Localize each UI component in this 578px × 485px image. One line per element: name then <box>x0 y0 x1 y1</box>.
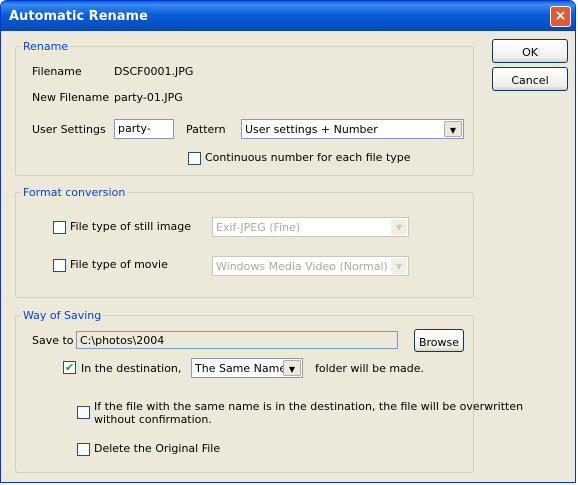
movie-select-value: Windows Media Video (Normal) <box>216 260 388 273</box>
chevron-down-icon: ▼ <box>391 258 407 274</box>
format-conversion-group <box>15 192 474 298</box>
continuous-number-checkbox[interactable] <box>188 152 201 165</box>
close-button[interactable]: × <box>550 6 571 27</box>
automatic-rename-dialog: Automatic Rename × OK Cancel Rename File… <box>0 0 576 483</box>
still-image-select-value: Exif-JPEG (Fine) <box>216 221 301 234</box>
cancel-button[interactable]: Cancel <box>492 67 568 91</box>
still-image-select[interactable]: Exif-JPEG (Fine) ▼ <box>212 217 409 237</box>
overwrite-checkbox[interactable] <box>77 406 90 419</box>
chevron-down-icon: ▼ <box>391 219 407 235</box>
delete-original-label: Delete the Original File <box>94 442 221 455</box>
destination-folder-select[interactable]: The Same Name ▼ <box>191 358 303 378</box>
continuous-number-label: Continuous number for each file type <box>205 151 411 164</box>
destination-suffix-label: folder will be made. <box>315 362 425 375</box>
browse-button[interactable]: Browse <box>414 329 464 352</box>
format-conversion-legend: Format conversion <box>21 186 128 199</box>
destination-checkbox[interactable]: ✔ <box>63 361 76 374</box>
ok-button[interactable]: OK <box>492 39 568 63</box>
chevron-down-icon: ▼ <box>283 360 301 376</box>
destination-folder-value: The Same Name <box>195 362 287 375</box>
still-image-checkbox[interactable] <box>53 221 66 234</box>
way-of-saving-legend: Way of Saving <box>21 309 104 322</box>
checkmark-icon: ✔ <box>64 361 75 374</box>
browse-button-label: Browse <box>418 336 460 349</box>
new-filename-label: New Filename <box>32 91 110 104</box>
chevron-down-icon: ▼ <box>444 121 462 137</box>
filename-value: DSCF0001.JPG <box>114 65 194 78</box>
overwrite-label-line1: If the file with the same name is in the… <box>94 400 524 413</box>
delete-original-checkbox[interactable] <box>77 443 90 456</box>
close-icon: × <box>554 8 567 24</box>
pattern-select-value: User settings + Number <box>245 123 378 136</box>
movie-select[interactable]: Windows Media Video (Normal) ▼ <box>212 256 409 276</box>
filename-label: Filename <box>32 65 82 78</box>
movie-label: File type of movie <box>70 258 168 271</box>
overwrite-label-line2: without confirmation. <box>94 413 212 426</box>
save-to-field[interactable]: C:\photos\2004 <box>76 331 398 349</box>
rename-legend: Rename <box>21 40 71 53</box>
ok-button-label: OK <box>522 46 538 59</box>
pattern-select[interactable]: User settings + Number ▼ <box>241 119 464 139</box>
destination-label: In the destination, <box>81 362 182 375</box>
user-settings-label: User Settings <box>32 123 106 136</box>
new-filename-value: party-01.JPG <box>114 91 183 104</box>
user-settings-input[interactable]: party- <box>114 119 174 139</box>
save-to-label: Save to <box>32 334 74 347</box>
movie-checkbox[interactable] <box>53 259 66 272</box>
pattern-label: Pattern <box>186 123 226 136</box>
still-image-label: File type of still image <box>70 220 192 233</box>
title-bar: Automatic Rename × <box>1 1 575 31</box>
window-title: Automatic Rename <box>9 9 148 24</box>
cancel-button-label: Cancel <box>511 74 549 87</box>
